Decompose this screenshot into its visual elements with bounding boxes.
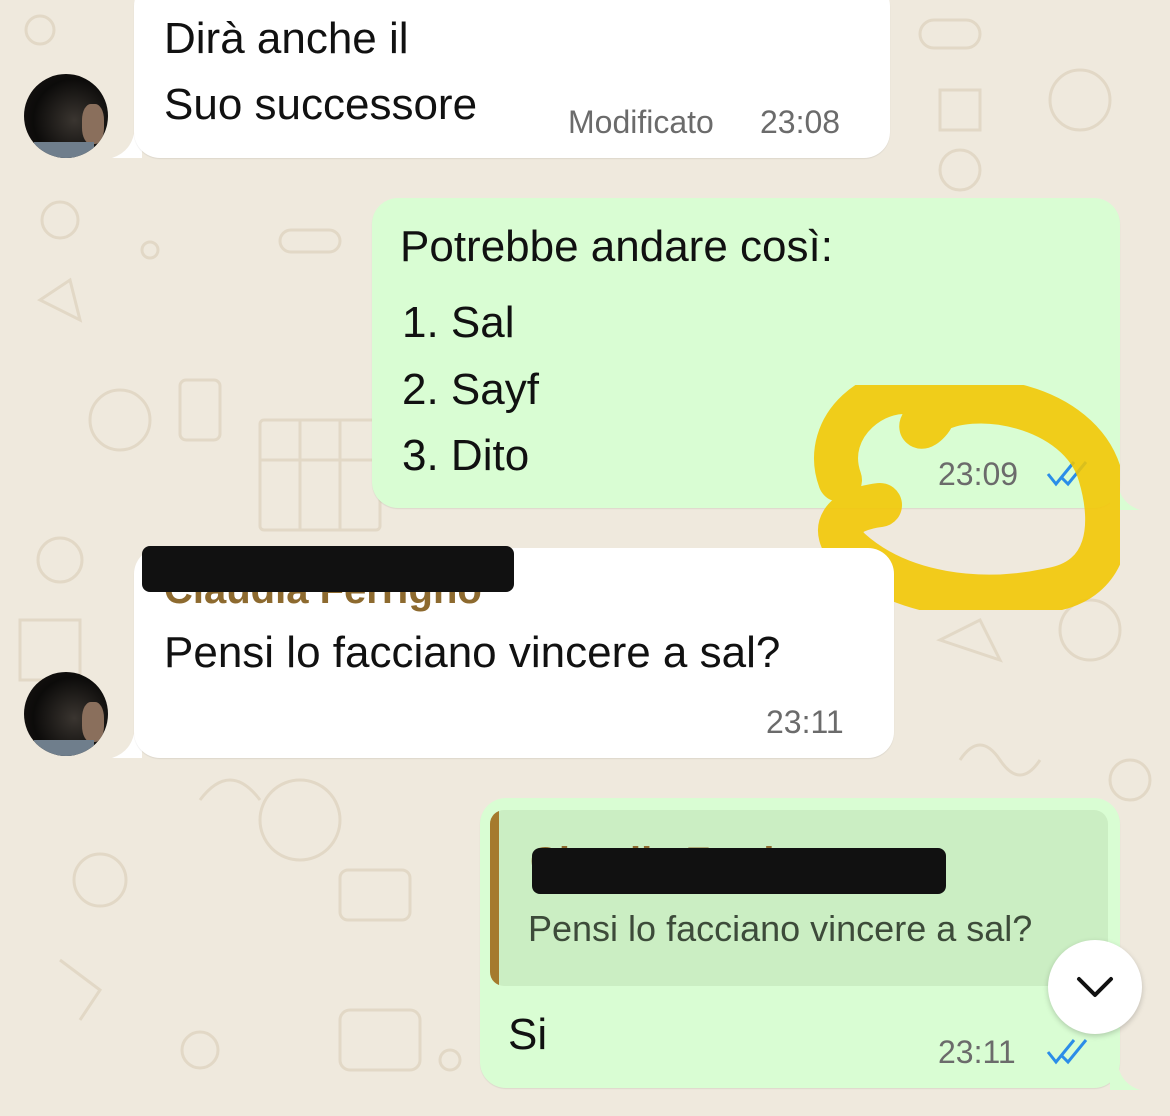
contact-avatar[interactable] xyxy=(24,672,108,756)
double-check-icon xyxy=(1046,1039,1088,1065)
redaction-bar xyxy=(532,848,946,894)
message-time: 23:11 xyxy=(766,704,844,740)
message-time: 23:11 xyxy=(938,1034,1016,1070)
message-text: Pensi lo facciano vincere a sal? xyxy=(164,628,781,677)
message-text: Si xyxy=(508,1010,548,1059)
double-check-icon xyxy=(1046,461,1088,487)
message-text-line: Suo successore xyxy=(164,80,478,129)
contact-avatar[interactable] xyxy=(24,74,108,158)
list-item: 1. Sal xyxy=(402,298,515,347)
bubble-tail xyxy=(1110,486,1140,510)
list-item: 3. Dito xyxy=(402,431,530,480)
quoted-text: Pensi lo facciano vincere a sal? xyxy=(528,908,1033,949)
edited-label: Modificato xyxy=(568,104,714,140)
list-item: 2. Sayf xyxy=(402,365,539,414)
message-time: 23:08 xyxy=(760,104,841,140)
quoted-message[interactable] xyxy=(490,810,1108,986)
chevron-down-icon xyxy=(1077,977,1113,997)
message-heading: Potrebbe andare così: xyxy=(400,222,833,271)
redaction-bar xyxy=(142,546,514,592)
message-text-line: Dirà anche il xyxy=(164,14,409,63)
scroll-to-bottom-button[interactable] xyxy=(1048,940,1142,1034)
bubble-tail xyxy=(1110,1066,1140,1090)
message-time: 23:09 xyxy=(938,456,1019,492)
quote-accent-bar xyxy=(490,810,499,986)
